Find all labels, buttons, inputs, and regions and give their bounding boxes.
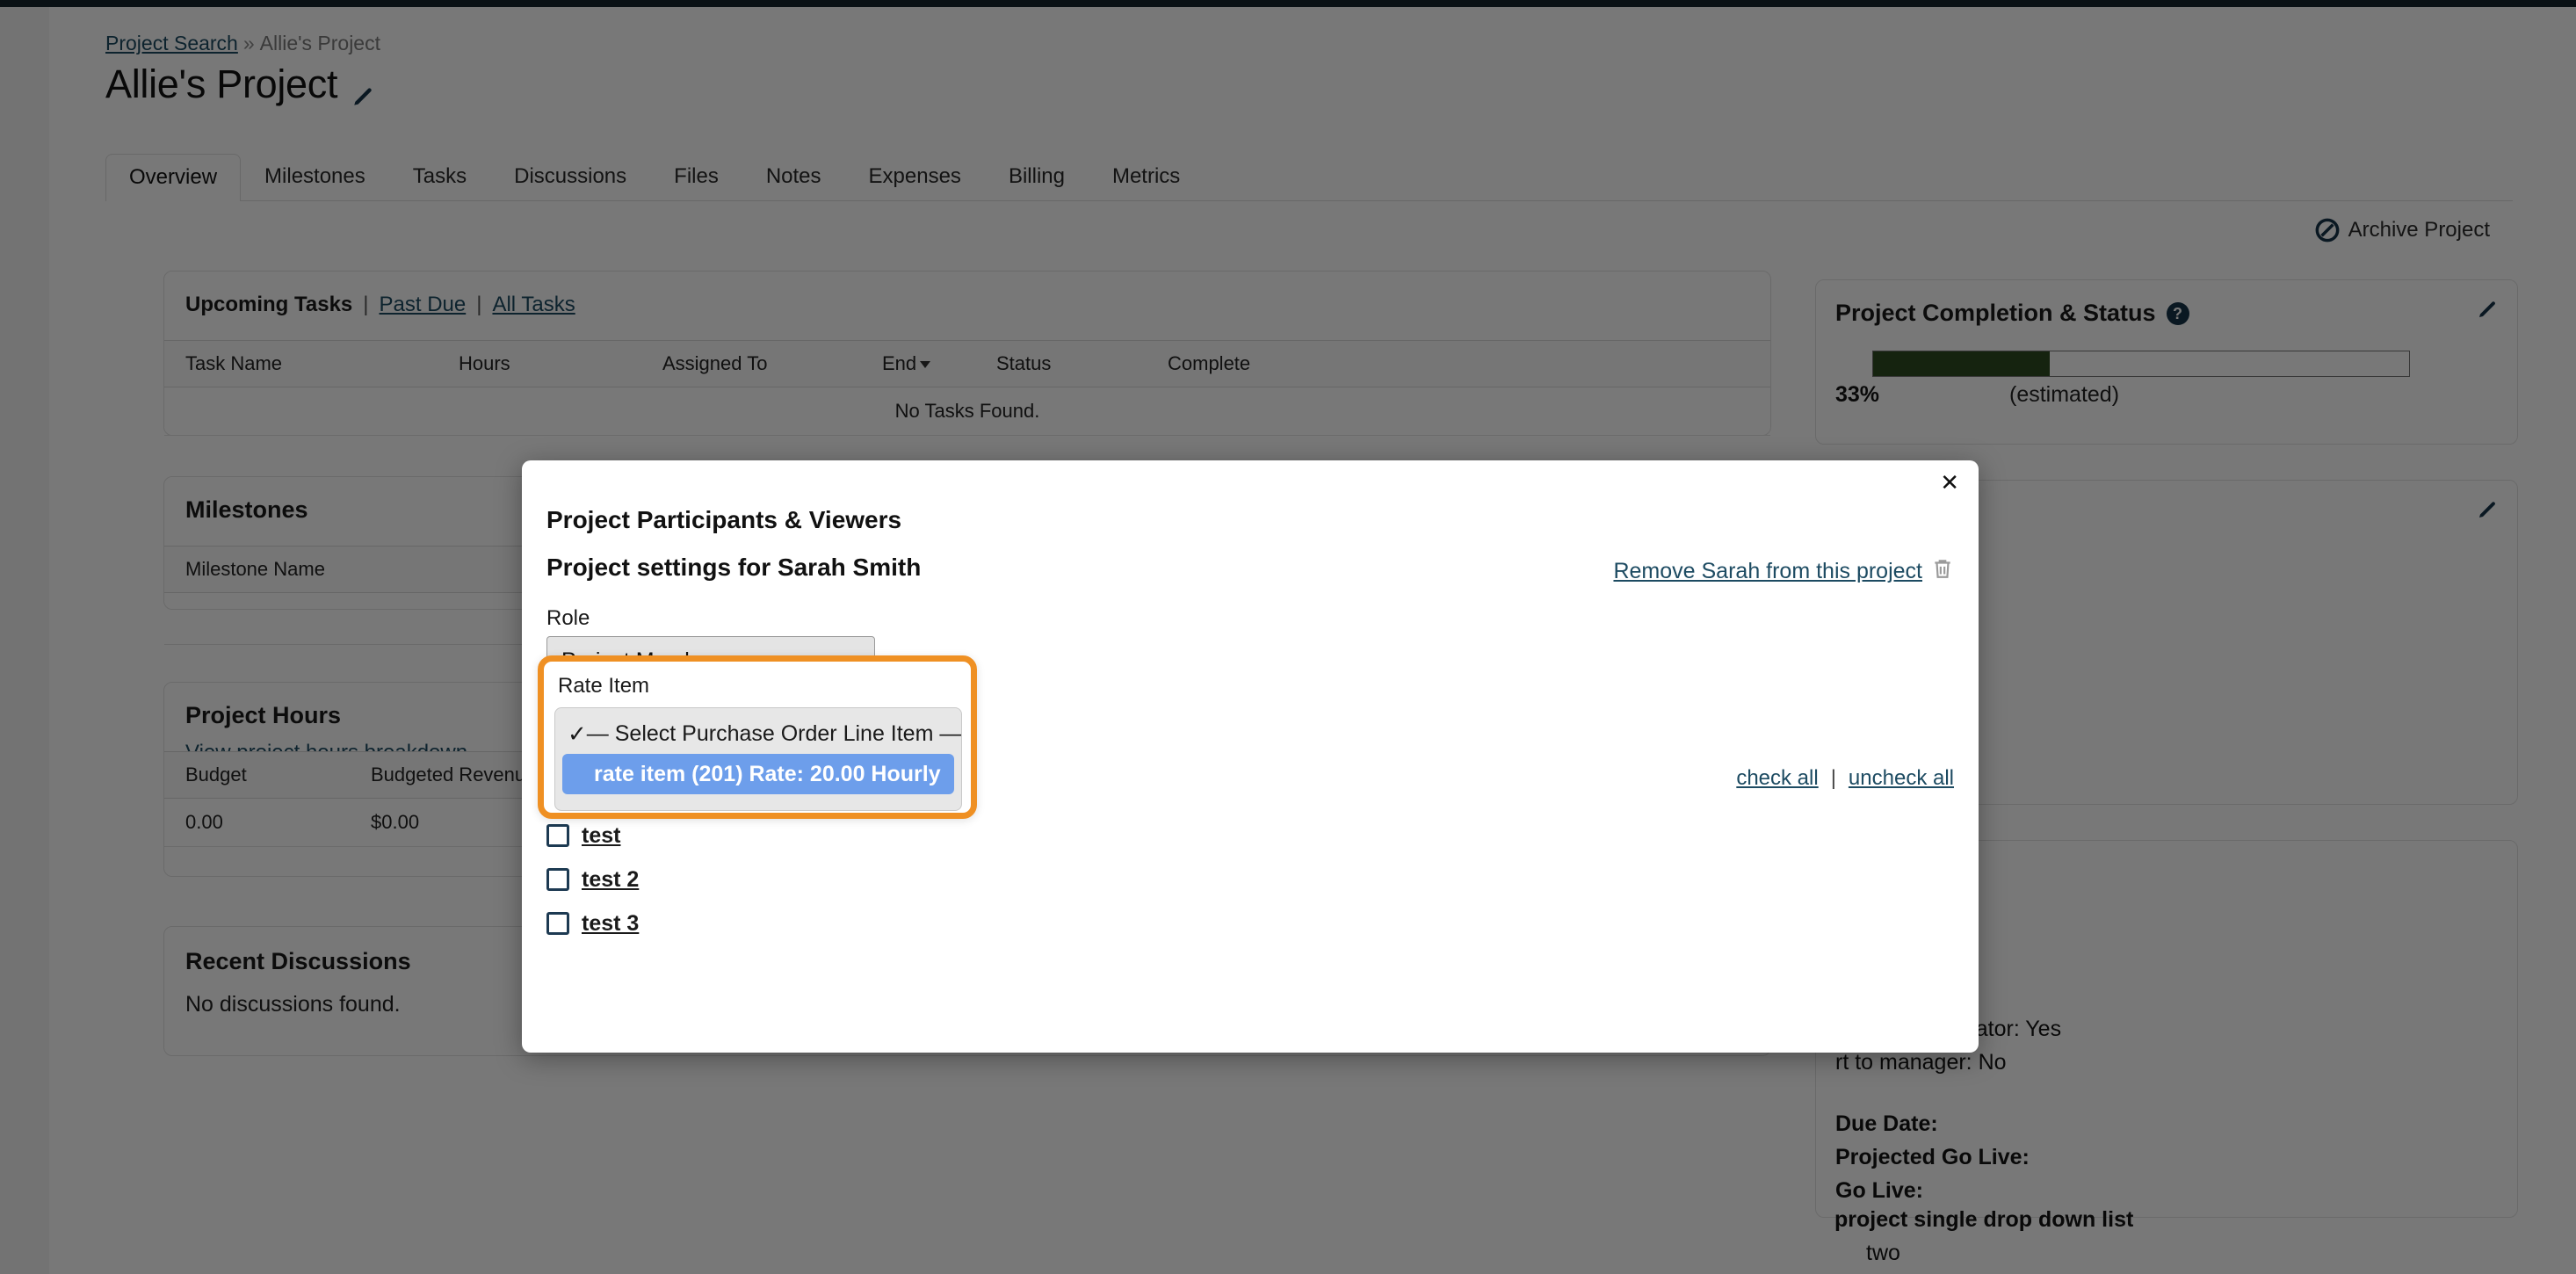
rate-item-option-rate-item-201[interactable]: ✓ rate item (201) Rate: 20.00 Hourly bbox=[562, 754, 954, 794]
task-label-test[interactable]: test bbox=[582, 823, 620, 849]
remove-participant-link[interactable]: Remove Sarah from this project bbox=[1613, 557, 1954, 586]
task-label-test-3[interactable]: test 3 bbox=[582, 911, 639, 937]
uncheck-all-link[interactable]: uncheck all bbox=[1849, 766, 1954, 790]
close-icon[interactable]: ✕ bbox=[1940, 471, 1959, 494]
check-links-separator: | bbox=[1830, 766, 1836, 790]
rate-item-label: Rate Item bbox=[558, 674, 650, 698]
task-row: test bbox=[546, 814, 639, 858]
task-checkbox-test-3[interactable] bbox=[546, 912, 569, 935]
app-root: Project Search»Allie's Project Allie's P… bbox=[0, 0, 2576, 1274]
modal-subheading: Project settings for Sarah Smith bbox=[546, 554, 922, 581]
rate-item-dropdown-list[interactable]: ✓ — Select Purchase Order Line Item — ✓ … bbox=[554, 707, 962, 811]
remove-participant-label: Remove Sarah from this project bbox=[1613, 559, 1922, 583]
task-checkbox-test-2[interactable] bbox=[546, 868, 569, 891]
task-row: test 3 bbox=[546, 901, 639, 945]
task-label-test-2[interactable]: test 2 bbox=[582, 867, 639, 893]
role-label: Role bbox=[546, 606, 590, 630]
rate-item-option-placeholder-label: — Select Purchase Order Line Item — bbox=[586, 720, 962, 746]
check-all-link[interactable]: check all bbox=[1736, 766, 1818, 790]
rate-item-option-rate-item-201-label: rate item (201) Rate: 20.00 Hourly bbox=[594, 761, 941, 786]
check-all-controls: check all | uncheck all bbox=[1736, 766, 1954, 791]
task-checkbox-list: test test 2 test 3 bbox=[546, 814, 639, 945]
rate-item-option-placeholder[interactable]: ✓ — Select Purchase Order Line Item — bbox=[562, 713, 961, 754]
task-checkbox-test[interactable] bbox=[546, 824, 569, 847]
modal-heading: Project Participants & Viewers bbox=[546, 506, 902, 533]
trash-icon bbox=[1931, 557, 1954, 586]
rate-item-highlight-group: Rate Item ✓ — Select Purchase Order Line… bbox=[538, 655, 977, 819]
task-row: test 2 bbox=[546, 858, 639, 901]
check-icon: ✓ bbox=[568, 720, 587, 747]
